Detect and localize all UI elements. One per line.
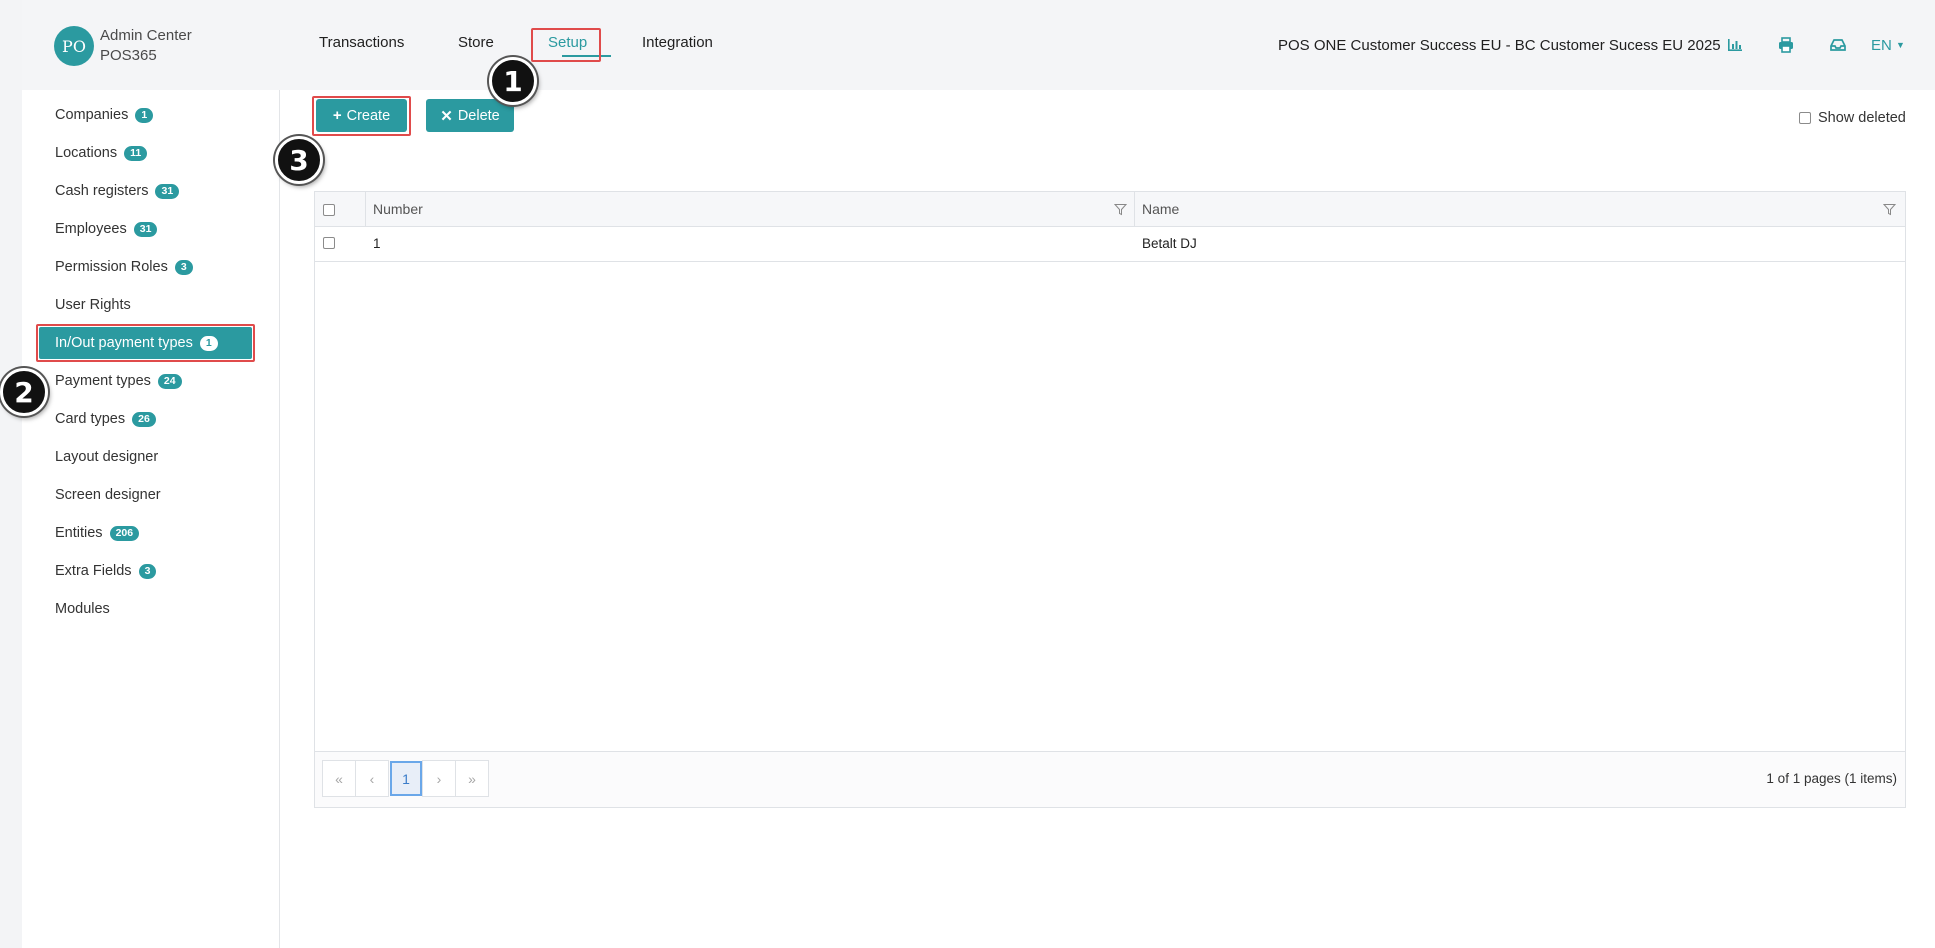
count-badge: 11 (124, 145, 148, 161)
pager-last-button[interactable]: » (455, 760, 489, 797)
count-badge: 1 (135, 107, 154, 123)
tab-store[interactable]: Store (458, 34, 494, 51)
count-badge: 3 (174, 259, 193, 275)
sidebar-item-modules[interactable]: Modules (55, 597, 110, 621)
language-select[interactable]: EN ▼ (1871, 37, 1905, 54)
brand-subtitle: POS365 (100, 47, 157, 64)
sidebar-item-companies[interactable]: Companies 1 (55, 103, 154, 127)
pager-prev-button[interactable]: ‹ (355, 760, 389, 797)
sidebar-item-permission-roles[interactable]: Permission Roles 3 (55, 255, 193, 279)
inbox-icon[interactable] (1829, 36, 1847, 54)
pager-next-button[interactable]: › (422, 760, 456, 797)
pager: « ‹ 1 › » (322, 760, 489, 797)
count-badge: 31 (133, 221, 158, 237)
sidebar: Companies 1 Locations 11 Cash registers 31 … (22, 90, 280, 948)
count-badge: 24 (157, 373, 182, 389)
show-deleted-toggle[interactable]: Show deleted (1799, 110, 1906, 126)
filter-icon[interactable] (1114, 203, 1127, 216)
highlight-box-inout (36, 324, 255, 362)
sidebar-item-locations[interactable]: Locations 11 (55, 141, 148, 165)
brand-title: Admin Center (100, 27, 192, 44)
cell-name: Betalt DJ (1142, 236, 1197, 251)
tab-integration[interactable]: Integration (642, 34, 713, 51)
filter-icon[interactable] (1883, 203, 1896, 216)
sidebar-item-payment-types[interactable]: Payment types 24 (55, 369, 182, 393)
callout-marker-2: 2 (0, 368, 48, 416)
grid-header: Number Name (315, 192, 1905, 227)
count-badge: 206 (109, 525, 140, 541)
sidebar-item-user-rights[interactable]: User Rights (55, 293, 131, 317)
table-row[interactable]: 1 Betalt DJ (315, 227, 1905, 262)
count-badge: 3 (138, 563, 157, 579)
sidebar-item-extra-fields[interactable]: Extra Fields 3 (55, 559, 157, 583)
print-icon[interactable] (1777, 36, 1795, 54)
column-header-name[interactable]: Name (1142, 201, 1179, 217)
grid-footer: « ‹ 1 › » 1 of 1 pages (1 items) (315, 751, 1905, 807)
sidebar-item-cash-registers[interactable]: Cash registers 31 (55, 179, 180, 203)
sidebar-item-layout-designer[interactable]: Layout designer (55, 445, 158, 469)
count-badge: 31 (155, 183, 180, 199)
callout-marker-1: 1 (489, 57, 537, 105)
sidebar-item-entities[interactable]: Entities 206 (55, 521, 140, 545)
brand[interactable]: PO Admin Center POS365 (54, 26, 192, 66)
delete-button[interactable]: ✕ Delete (426, 99, 514, 132)
data-grid: Number Name 1 Betalt DJ « ‹ 1 › » 1 of 1 (314, 191, 1906, 808)
pager-current-page[interactable]: 1 (390, 761, 422, 796)
avatar: PO (54, 26, 94, 66)
chart-icon[interactable] (1726, 36, 1744, 54)
highlight-box-setup (531, 28, 601, 62)
select-all-checkbox[interactable] (323, 204, 335, 216)
column-header-number[interactable]: Number (373, 201, 423, 217)
tab-transactions[interactable]: Transactions (319, 34, 404, 51)
tenant-name: POS ONE Customer Success EU - BC Custome… (1278, 37, 1721, 54)
close-icon: ✕ (440, 107, 453, 125)
pager-first-button[interactable]: « (322, 760, 356, 797)
show-deleted-checkbox[interactable] (1799, 112, 1811, 124)
highlight-box-create (312, 96, 411, 136)
show-deleted-label: Show deleted (1818, 110, 1906, 126)
cell-number: 1 (373, 236, 381, 251)
count-badge: 26 (132, 411, 156, 427)
callout-marker-3: 3 (275, 136, 323, 184)
sidebar-item-screen-designer[interactable]: Screen designer (55, 483, 161, 507)
top-header: PO Admin Center POS365 Transactions Stor… (22, 0, 1935, 90)
row-checkbox[interactable] (323, 237, 335, 249)
chevron-down-icon: ▼ (1896, 40, 1905, 50)
sidebar-item-card-types[interactable]: Card types 26 (55, 407, 156, 431)
sidebar-item-employees[interactable]: Employees 31 (55, 217, 158, 241)
page-info: 1 of 1 pages (1 items) (1766, 771, 1897, 786)
